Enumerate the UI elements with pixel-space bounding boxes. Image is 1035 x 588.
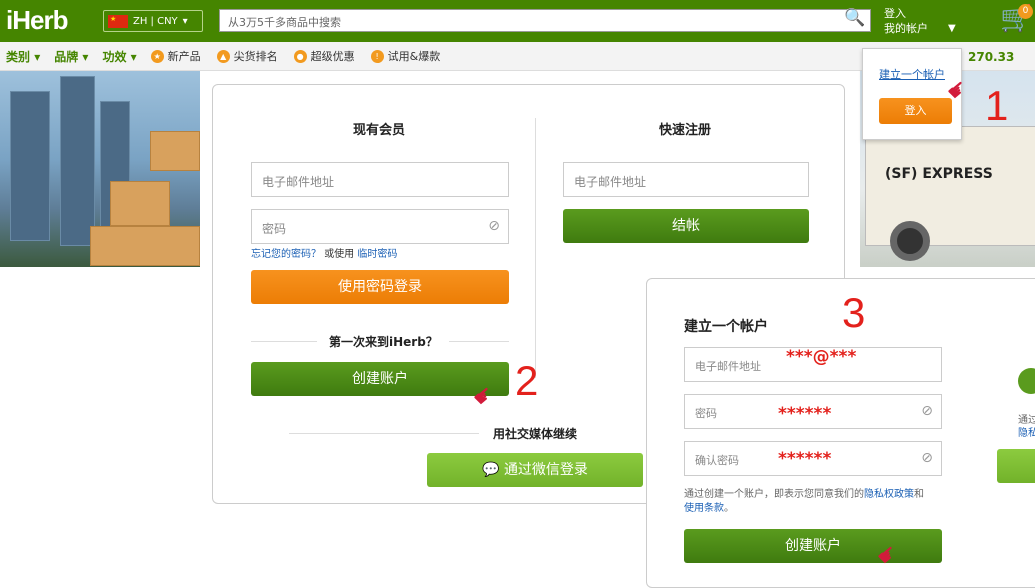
terms-link[interactable]: 使用条款 (684, 503, 724, 514)
chevron-down-icon: ▾ (182, 15, 188, 27)
locale-selector[interactable]: ZH | CNY ▾ (103, 10, 203, 32)
nav-trial[interactable]: ! 试用&爆款 (370, 48, 440, 64)
step-1-annotation: 1 (985, 82, 1009, 129)
star-icon: ★ (150, 49, 164, 63)
nav-efficacy[interactable]: 功效 ▾ (102, 48, 136, 65)
wechat-login-button[interactable]: 💬 通过微信登录 (427, 453, 643, 487)
nav-top-ranking[interactable]: ▲ 尖货排名 (216, 48, 278, 64)
eye-hidden-icon[interactable]: ⊘ (921, 450, 933, 466)
search-input[interactable]: 从3万5千多商品中搜索 (219, 9, 871, 32)
step-2-annotation: 2 (515, 357, 539, 404)
nav-new-products[interactable]: ★ 新产品 (150, 48, 201, 64)
side-button[interactable] (997, 449, 1035, 483)
social-login-heading: 用社交媒体继续 (493, 427, 578, 441)
delivery-truck-image (865, 126, 1035, 246)
search-icon[interactable]: 🔍 (840, 8, 870, 32)
register-panel: 建立一个帐户 电子邮件地址 密码 ⊘ 确认密码 ⊘ 通过创建一个账户，即表示您同… (646, 278, 1035, 588)
hero-image-left (0, 71, 200, 267)
email-annotation: ***@*** (786, 347, 857, 367)
account-menu[interactable]: 登入 我的帐户 (884, 6, 928, 36)
locale-label: ZH | CNY (133, 15, 178, 27)
quick-email-field[interactable]: 电子邮件地址 (563, 162, 809, 197)
forgot-password-row: 忘记您的密码？ 或使用 临时密码 (251, 249, 398, 260)
step-3-annotation: 3 (842, 289, 866, 336)
sf-express-logo: (SF) EXPRESS (885, 166, 993, 182)
temp-password-link[interactable]: 临时密码 (357, 249, 397, 260)
existing-member-title: 现有会员 (353, 123, 406, 138)
login-email-field[interactable]: 电子邮件地址 (251, 162, 509, 197)
panel-divider (535, 118, 536, 378)
eye-hidden-icon[interactable]: ⊘ (488, 218, 500, 234)
cart-count-badge: 0 (1018, 4, 1033, 19)
password-login-button[interactable]: 使用密码登录 (251, 270, 509, 304)
top-header: iHerb ZH | CNY ▾ 从3万5千多商品中搜索 🔍 登入 我的帐户 ▼… (0, 0, 1035, 42)
my-account-link[interactable]: 我的帐户 (884, 21, 928, 36)
tag-icon: ● (293, 49, 307, 63)
gift-icon: ! (370, 49, 384, 63)
forgot-password-link[interactable]: 忘记您的密码？ (251, 249, 321, 260)
price-fragment: 270.33 (968, 50, 1015, 64)
privacy-link[interactable]: 隐私权政策 (864, 489, 914, 500)
signin-link[interactable]: 登入 (884, 6, 928, 21)
iherb-logo[interactable]: iHerb (6, 5, 68, 36)
password-annotation: ****** (778, 404, 832, 424)
nav-brand[interactable]: 品牌 ▾ (54, 48, 88, 65)
dropdown-create-account-link[interactable]: 建立一个帐户 (879, 66, 945, 82)
register-title: 建立一个帐户 (684, 319, 768, 335)
eye-hidden-icon[interactable]: ⊘ (921, 403, 933, 419)
flame-icon: ▲ (216, 49, 230, 63)
china-flag-icon (108, 14, 128, 28)
login-password-field[interactable]: 密码 ⊘ (251, 209, 509, 244)
nav-super-deals[interactable]: ● 超级优惠 (293, 48, 355, 64)
nav-category[interactable]: 类别 ▾ (6, 48, 40, 65)
checkout-button[interactable]: 结帐 (563, 209, 809, 243)
account-caret-icon[interactable]: ▼ (948, 23, 956, 34)
dropdown-signin-button[interactable]: 登入 (879, 98, 952, 124)
confirm-annotation: ****** (778, 449, 832, 469)
terms-text: 通过创建一个账户，即表示您同意我们的隐私权政策和使用条款。 (684, 489, 924, 514)
quick-register-title: 快速注册 (659, 123, 712, 138)
first-time-heading: 第一次来到iHerb？ (329, 335, 438, 349)
wechat-icon: 💬 (482, 462, 500, 478)
side-link[interactable]: 隐私 (1018, 424, 1035, 439)
